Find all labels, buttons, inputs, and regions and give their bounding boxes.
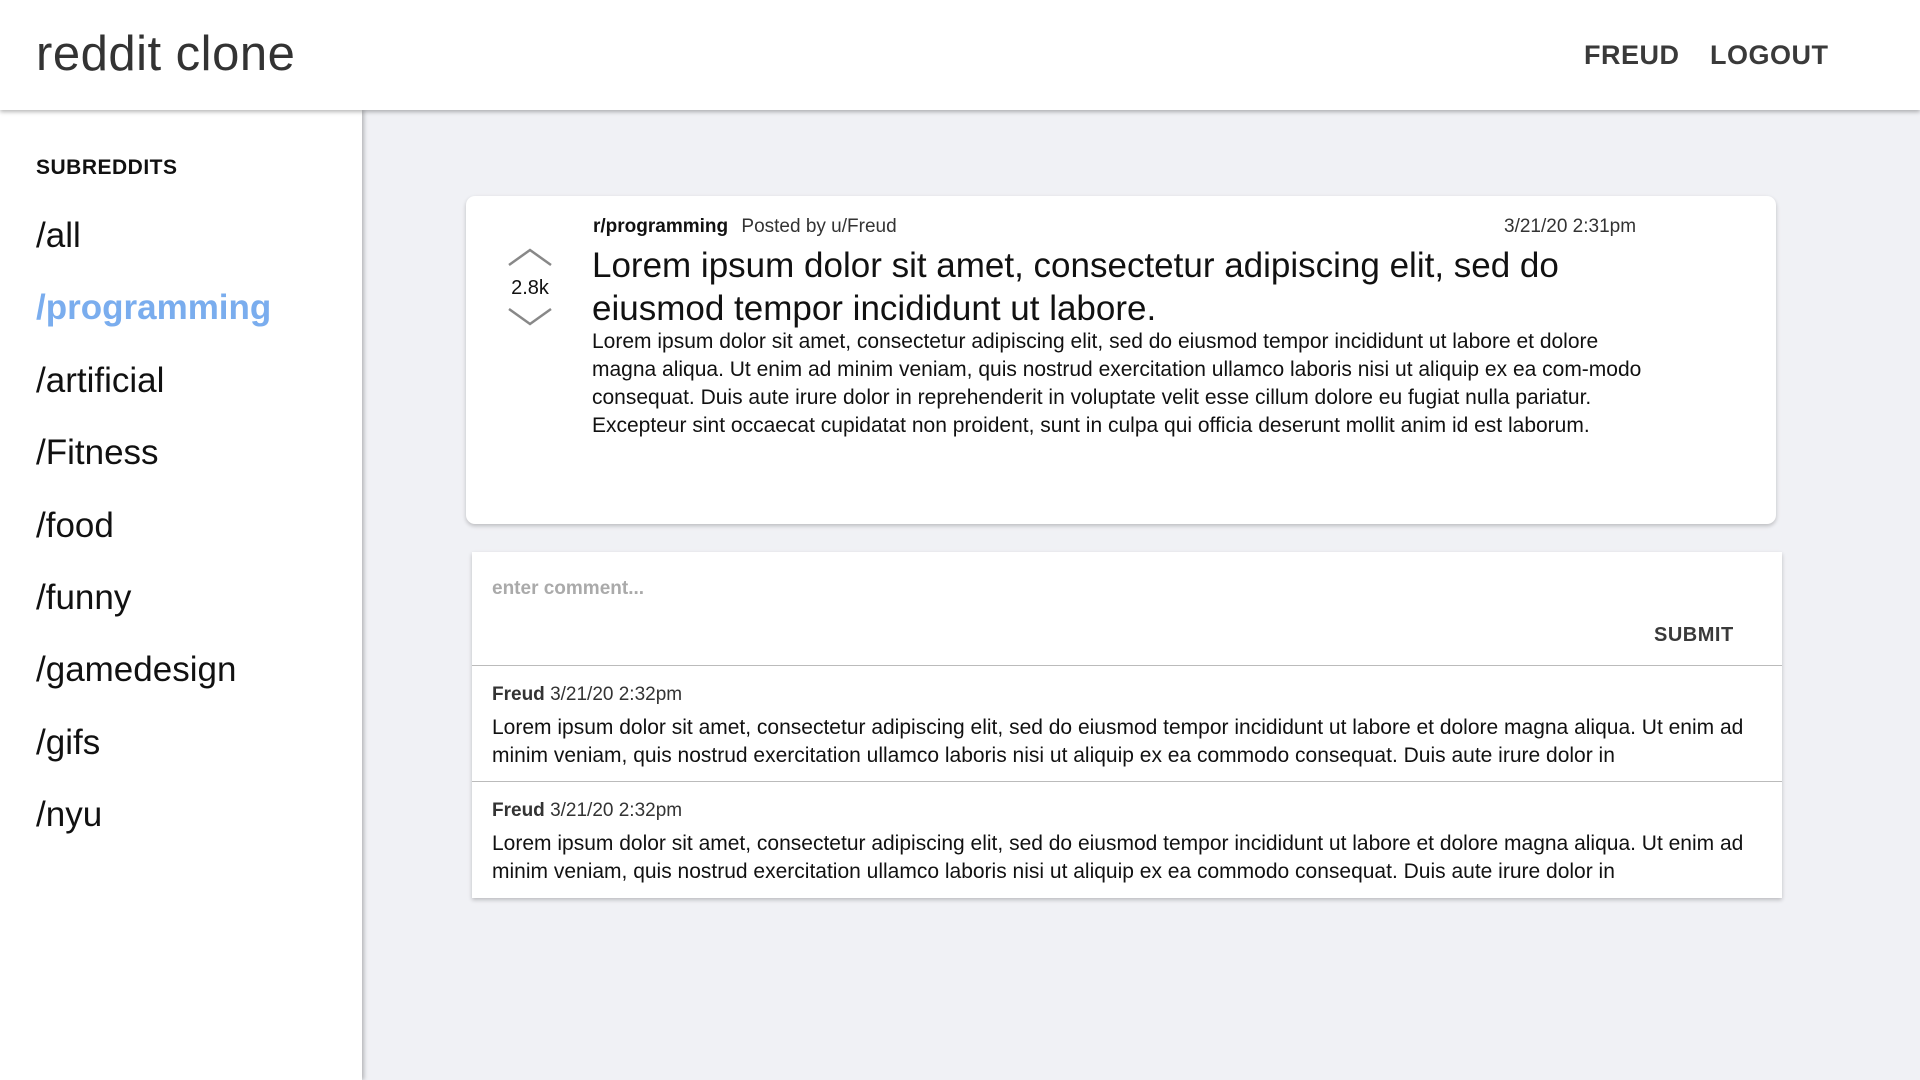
post-subreddit-link[interactable]: r/programming [593, 216, 728, 237]
sidebar-item-nyu[interactable]: /nyu [36, 789, 271, 861]
comments-panel: SUBMIT Freud 3/21/20 2:32pm Lorem ipsum … [472, 552, 1782, 898]
user-button[interactable]: FREUD [1584, 40, 1680, 71]
sidebar-item-all[interactable]: /all [36, 210, 271, 282]
post-meta: r/programming Posted by u/Freud [593, 216, 897, 238]
sidebar-item-gifs[interactable]: /gifs [36, 717, 271, 789]
post-title: Lorem ipsum dolor sit amet, consectetur … [592, 246, 1559, 328]
sidebar-item-programming[interactable]: /programming [36, 282, 271, 354]
vote-widget: 2.8k [500, 246, 560, 333]
post-timestamp: 3/21/20 2:31pm [1504, 216, 1637, 237]
subreddit-list: /all /programming /artificial /Fitness /… [36, 210, 271, 862]
comment-text: Lorem ipsum dolor sit amet, consectetur … [492, 832, 1744, 883]
post-author[interactable]: Posted by u/Freud [741, 216, 896, 237]
sidebar-item-funny[interactable]: /funny [36, 572, 271, 644]
comment-input[interactable] [492, 572, 1692, 606]
sidebar-item-food[interactable]: /food [36, 500, 271, 572]
sidebar: SUBREDDITS /all /programming /artificial… [0, 110, 362, 1080]
comment-timestamp: 3/21/20 2:32pm [550, 800, 683, 821]
comment-item: Freud 3/21/20 2:32pm Lorem ipsum dolor s… [472, 666, 1782, 782]
comment-meta: Freud 3/21/20 2:32pm [492, 800, 1762, 822]
comment-form: SUBMIT [472, 552, 1782, 666]
app-title[interactable]: reddit clone [36, 26, 295, 82]
post-card: 2.8k r/programming Posted by u/Freud 3/2… [466, 196, 1776, 524]
sidebar-item-artificial[interactable]: /artificial [36, 355, 271, 427]
top-bar: reddit clone FREUD LOGOUT [0, 0, 1920, 110]
upvote-icon[interactable] [500, 246, 560, 273]
sidebar-heading: SUBREDDITS [36, 156, 178, 179]
submit-button[interactable]: SUBMIT [1654, 624, 1734, 647]
downvote-icon[interactable] [500, 306, 560, 333]
vote-count: 2.8k [511, 277, 549, 299]
comment-author[interactable]: Freud [492, 800, 545, 821]
sidebar-item-fitness[interactable]: /Fitness [36, 427, 271, 499]
comment-timestamp: 3/21/20 2:32pm [550, 684, 683, 705]
comment-meta: Freud 3/21/20 2:32pm [492, 684, 1762, 706]
comment-text: Lorem ipsum dolor sit amet, consectetur … [492, 716, 1744, 767]
logout-button[interactable]: LOGOUT [1710, 40, 1829, 71]
comment-author[interactable]: Freud [492, 684, 545, 705]
post-body: Lorem ipsum dolor sit amet, consectetur … [592, 330, 1642, 437]
comment-item: Freud 3/21/20 2:32pm Lorem ipsum dolor s… [472, 782, 1782, 898]
sidebar-item-gamedesign[interactable]: /gamedesign [36, 644, 271, 716]
